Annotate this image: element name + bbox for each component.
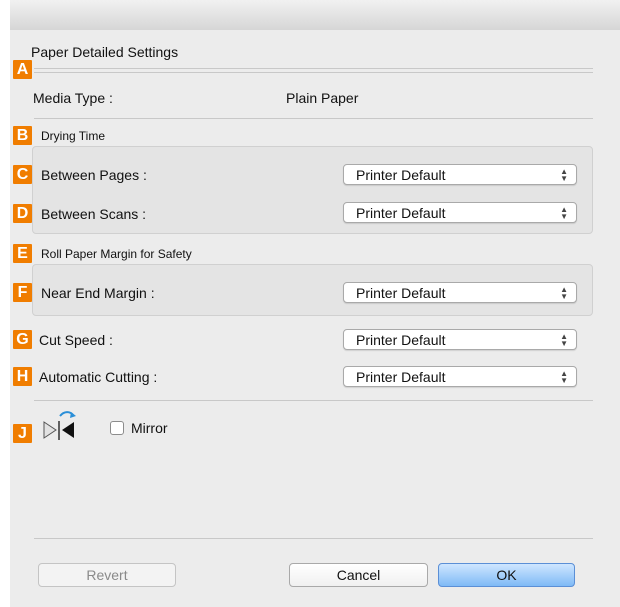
between-pages-value: Printer Default [356, 167, 446, 183]
callout-badge-c: C [13, 165, 32, 184]
drying-time-group-label: Drying Time [41, 129, 106, 143]
callout-badge-g: G [13, 330, 32, 349]
divider [34, 400, 593, 401]
mirror-checkbox[interactable] [110, 421, 124, 435]
dialog-panel [10, 30, 620, 607]
mirror-label[interactable]: Mirror [131, 420, 168, 436]
roll-margin-group-label: Roll Paper Margin for Safety [41, 247, 192, 261]
select-arrows-icon: ▲ ▼ [560, 205, 568, 221]
between-scans-value: Printer Default [356, 205, 446, 221]
cut-speed-label: Cut Speed : [39, 332, 113, 348]
section-divider [34, 68, 593, 69]
select-arrows-icon: ▲ ▼ [560, 369, 568, 385]
cut-speed-value: Printer Default [356, 332, 446, 348]
ok-button[interactable]: OK [438, 563, 575, 587]
media-type-value: Plain Paper [286, 90, 359, 106]
select-arrows-icon: ▲ ▼ [560, 167, 568, 183]
section-title: Paper Detailed Settings [31, 44, 179, 60]
mirror-flip-icon [43, 411, 76, 440]
callout-badge-b: B [13, 126, 32, 145]
window-titlebar [10, 0, 620, 31]
automatic-cutting-value: Printer Default [356, 369, 446, 385]
divider [34, 118, 593, 119]
between-scans-select[interactable]: Printer Default ▲ ▼ [343, 202, 577, 223]
media-type-label: Media Type : [33, 90, 113, 106]
callout-badge-j: J [13, 424, 32, 443]
callout-badge-f: F [13, 283, 32, 302]
revert-button[interactable]: Revert [38, 563, 176, 587]
section-divider-2 [34, 72, 593, 73]
near-end-margin-label: Near End Margin : [41, 285, 155, 301]
callout-badge-a: A [13, 60, 32, 79]
cancel-button[interactable]: Cancel [289, 563, 428, 587]
callout-badge-e: E [13, 244, 32, 263]
select-arrows-icon: ▲ ▼ [560, 332, 568, 348]
between-pages-select[interactable]: Printer Default ▲ ▼ [343, 164, 577, 185]
callout-badge-d: D [13, 204, 32, 223]
automatic-cutting-label: Automatic Cutting : [39, 369, 158, 385]
cut-speed-select[interactable]: Printer Default ▲ ▼ [343, 329, 577, 350]
near-end-margin-value: Printer Default [356, 285, 446, 301]
near-end-margin-select[interactable]: Printer Default ▲ ▼ [343, 282, 577, 303]
divider [34, 538, 593, 539]
between-pages-label: Between Pages : [41, 167, 147, 183]
callout-badge-h: H [13, 367, 32, 386]
between-scans-label: Between Scans : [41, 206, 147, 222]
select-arrows-icon: ▲ ▼ [560, 285, 568, 301]
automatic-cutting-select[interactable]: Printer Default ▲ ▼ [343, 366, 577, 387]
